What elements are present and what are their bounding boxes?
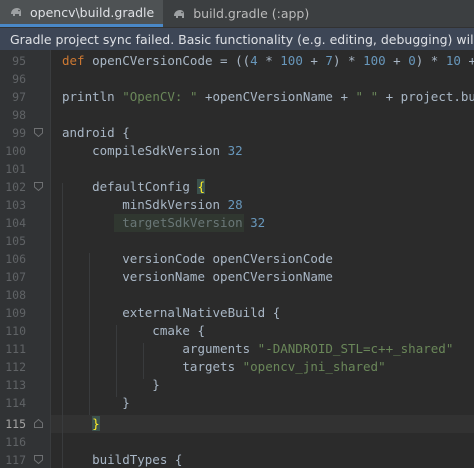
line-number: 96 bbox=[12, 72, 26, 86]
code-line: targets "opencv_jni_shared" bbox=[62, 359, 386, 374]
code-line: println "OpenCV: " +openCVersionName + "… bbox=[62, 89, 474, 104]
line-number: 117 bbox=[5, 453, 26, 467]
code-line: android { bbox=[62, 125, 130, 140]
line-number: 112 bbox=[5, 360, 26, 374]
code-line: compileSdkVersion 32 bbox=[62, 143, 243, 158]
line-number: 101 bbox=[5, 162, 26, 176]
tab-label: opencv\build.gradle bbox=[30, 4, 155, 20]
line-number: 114 bbox=[5, 396, 26, 410]
line-number: 102 bbox=[5, 180, 26, 194]
gradle-elephant-icon bbox=[174, 9, 185, 18]
code-line: } bbox=[62, 377, 160, 392]
line-number: 109 bbox=[5, 306, 26, 320]
code-line: buildTypes { bbox=[62, 452, 183, 467]
fold-expand-end-icon[interactable] bbox=[34, 419, 43, 428]
code-line: } bbox=[62, 395, 130, 410]
line-number: 113 bbox=[5, 378, 26, 392]
tab-label: build.gradle (:app) bbox=[193, 6, 310, 21]
matched-brace: } bbox=[92, 416, 100, 431]
code-line: versionName openCVersionName bbox=[62, 269, 333, 284]
keyword: def bbox=[62, 53, 85, 68]
sync-failed-banner: Gradle project sync failed. Basic functi… bbox=[0, 28, 474, 50]
code-line: minSdkVersion 28 bbox=[62, 197, 243, 212]
tab-opencv-build-gradle[interactable]: opencv\build.gradle bbox=[0, 0, 164, 27]
line-number: 95 bbox=[12, 54, 26, 68]
line-number: 106 bbox=[5, 252, 26, 266]
usage-highlight bbox=[114, 214, 244, 232]
line-number: 105 bbox=[5, 234, 26, 248]
line-number: 108 bbox=[5, 288, 26, 302]
gradle-elephant-icon bbox=[11, 8, 21, 16]
line-number: 116 bbox=[5, 435, 26, 449]
matched-brace: { bbox=[197, 179, 205, 194]
line-number: 103 bbox=[5, 198, 26, 212]
code-line: def openCVersionCode = ((4 * 100 + 7) * … bbox=[62, 53, 474, 68]
line-number-current: 115 bbox=[5, 417, 26, 431]
tab-build-gradle-app[interactable]: build.gradle (:app) bbox=[163, 0, 318, 27]
line-number: 107 bbox=[5, 270, 26, 284]
line-number: 99 bbox=[12, 126, 26, 140]
editor-tab-bar: opencv\build.gradle build.gradle (:app) bbox=[0, 0, 474, 28]
fold-collapse-icon[interactable] bbox=[34, 455, 43, 464]
code-editor[interactable]: 95 96 97 98 99 100 101 102 103 104 105 1… bbox=[0, 50, 474, 468]
line-number: 98 bbox=[12, 108, 26, 122]
code-line: arguments "-DANDROID_STL=c++_shared" bbox=[62, 341, 454, 356]
line-number: 104 bbox=[5, 216, 26, 230]
line-number: 97 bbox=[12, 90, 26, 104]
fold-collapse-icon[interactable] bbox=[34, 128, 43, 137]
line-number: 111 bbox=[5, 342, 26, 356]
banner-text: Gradle project sync failed. Basic functi… bbox=[10, 31, 474, 47]
line-number: 100 bbox=[5, 144, 26, 158]
code-line: cmake { bbox=[62, 323, 205, 338]
code-line: externalNativeBuild { bbox=[62, 305, 281, 320]
code-line: versionCode openCVersionCode bbox=[62, 251, 333, 266]
code-line: defaultConfig { bbox=[62, 179, 205, 194]
fold-collapse-icon[interactable] bbox=[34, 182, 43, 191]
line-number: 110 bbox=[5, 324, 26, 338]
code-line-current: } bbox=[62, 415, 100, 433]
